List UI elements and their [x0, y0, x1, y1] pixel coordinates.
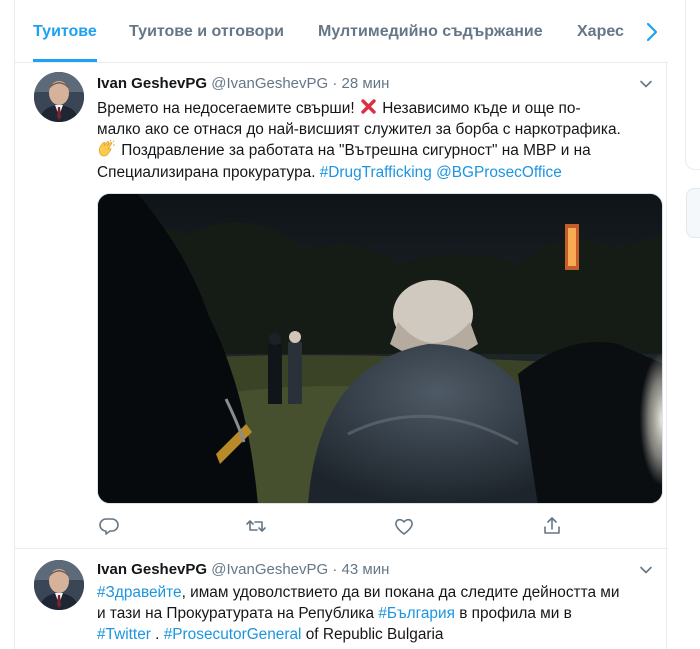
- separator-dot: ·: [332, 75, 338, 92]
- mention-link[interactable]: @BGProsecOffice: [436, 164, 562, 181]
- chevron-right-icon: [646, 22, 658, 42]
- text-segment: .: [150, 626, 160, 644]
- author-username[interactable]: @IvanGeshevPG: [211, 561, 328, 578]
- tweet-text-line: Времето на недосегаемите свърши! Независ…: [97, 98, 653, 119]
- reply-button[interactable]: [97, 514, 121, 538]
- text-segment: Времето на недосегаемите свърши!: [97, 100, 355, 117]
- reply-icon: [99, 518, 119, 535]
- hashtag-link[interactable]: #България: [378, 605, 455, 622]
- separator-dot: ·: [332, 561, 338, 578]
- avatar-image: [34, 560, 84, 610]
- hashtag-link[interactable]: #ProsecutorGeneral: [164, 626, 302, 643]
- tweet-text-line: #Здравейте, имам удоволствието да ви пок…: [97, 582, 653, 603]
- tweet-text: #Здравейте, имам удоволствието да ви пок…: [97, 582, 653, 646]
- avatar[interactable]: [34, 72, 84, 122]
- tweet-header: Ivan GeshevPG @IvanGeshevPG · 43 мин: [97, 559, 389, 581]
- text-segment: , имам удоволствието да ви покана да сле…: [181, 584, 620, 601]
- author-fullname[interactable]: Ivan GeshevPG: [97, 75, 207, 92]
- tweet-text: Времето на недосегаемите свърши! Независ…: [97, 98, 653, 183]
- text-segment: в профила ми в: [459, 605, 572, 623]
- tab-tweets[interactable]: Туитове: [33, 0, 97, 62]
- tweet[interactable]: Ivan GeshevPG @IvanGeshevPG · 43 мин #Зд…: [15, 550, 668, 649]
- profile-timeline: Туитове Туитове и отговори Мултимедийно …: [14, 0, 668, 649]
- tweet[interactable]: Ivan GeshevPG @IvanGeshevPG · 28 мин Вре…: [15, 64, 668, 549]
- clapping-hands-icon: [98, 140, 115, 157]
- night-arrest-photo: [98, 194, 662, 503]
- tweet-timestamp[interactable]: 28 мин: [342, 75, 390, 92]
- chevron-down-icon: [640, 80, 652, 88]
- tweet-text-line: и тази на Прокуратурата на Република #Бъ…: [97, 603, 653, 624]
- text-segment: of Republic Bulgaria: [305, 626, 444, 644]
- tweet-header: Ivan GeshevPG @IvanGeshevPG · 28 мин: [97, 73, 389, 95]
- sidebar-card-edge: [685, 0, 700, 170]
- hashtag-link[interactable]: #Здравейте: [97, 584, 182, 601]
- sidebar-button-edge[interactable]: [686, 188, 700, 238]
- text-segment: Специализирана прокуратура.: [97, 163, 316, 181]
- author-username[interactable]: @IvanGeshevPG: [211, 75, 328, 92]
- tweet-text-line: Специализирана прокуратура. #DrugTraffic…: [97, 162, 653, 183]
- heart-icon: [395, 518, 413, 535]
- text-segment: и тази на Прокуратурата на Република: [97, 605, 375, 623]
- tab-media[interactable]: Мултимедийно съдържание: [318, 0, 543, 62]
- tweet-text-line: малко ако се отнася до най-висшият служи…: [97, 121, 621, 139]
- tweet-timestamp[interactable]: 43 мин: [342, 561, 390, 578]
- tweet-menu-button[interactable]: [637, 561, 655, 579]
- tweet-text-line: #Twitter . #ProsecutorGeneral of Republi…: [97, 624, 653, 645]
- tweet-menu-button[interactable]: [637, 75, 655, 93]
- tab-tweets-and-replies[interactable]: Туитове и отговори: [129, 0, 284, 62]
- text-segment: Поздравление за работата на "Вътрешна си…: [121, 142, 591, 160]
- share-icon: [544, 517, 560, 534]
- author-fullname[interactable]: Ivan GeshevPG: [97, 561, 207, 578]
- tweet-photo[interactable]: [97, 193, 663, 504]
- tweet-text-line: Поздравление за работата на "Вътрешна си…: [97, 140, 653, 161]
- retweet-icon: [246, 520, 266, 532]
- chevron-down-icon: [640, 566, 652, 574]
- tweet-actions: [97, 514, 577, 538]
- tabs-next-button[interactable]: [638, 16, 666, 48]
- profile-tabs: Туитове Туитове и отговори Мултимедийно …: [15, 0, 668, 63]
- cross-mark-icon: [361, 99, 376, 114]
- hashtag-link[interactable]: #Twitter: [97, 626, 151, 643]
- like-button[interactable]: [392, 514, 416, 538]
- text-segment: Независимо къде и още по-: [382, 100, 581, 117]
- hashtag-link[interactable]: #DrugTrafficking: [320, 164, 432, 181]
- tab-likes[interactable]: Харес: [577, 0, 624, 62]
- avatar[interactable]: [34, 560, 84, 610]
- retweet-button[interactable]: [244, 514, 268, 538]
- share-button[interactable]: [540, 514, 564, 538]
- avatar-image: [34, 72, 84, 122]
